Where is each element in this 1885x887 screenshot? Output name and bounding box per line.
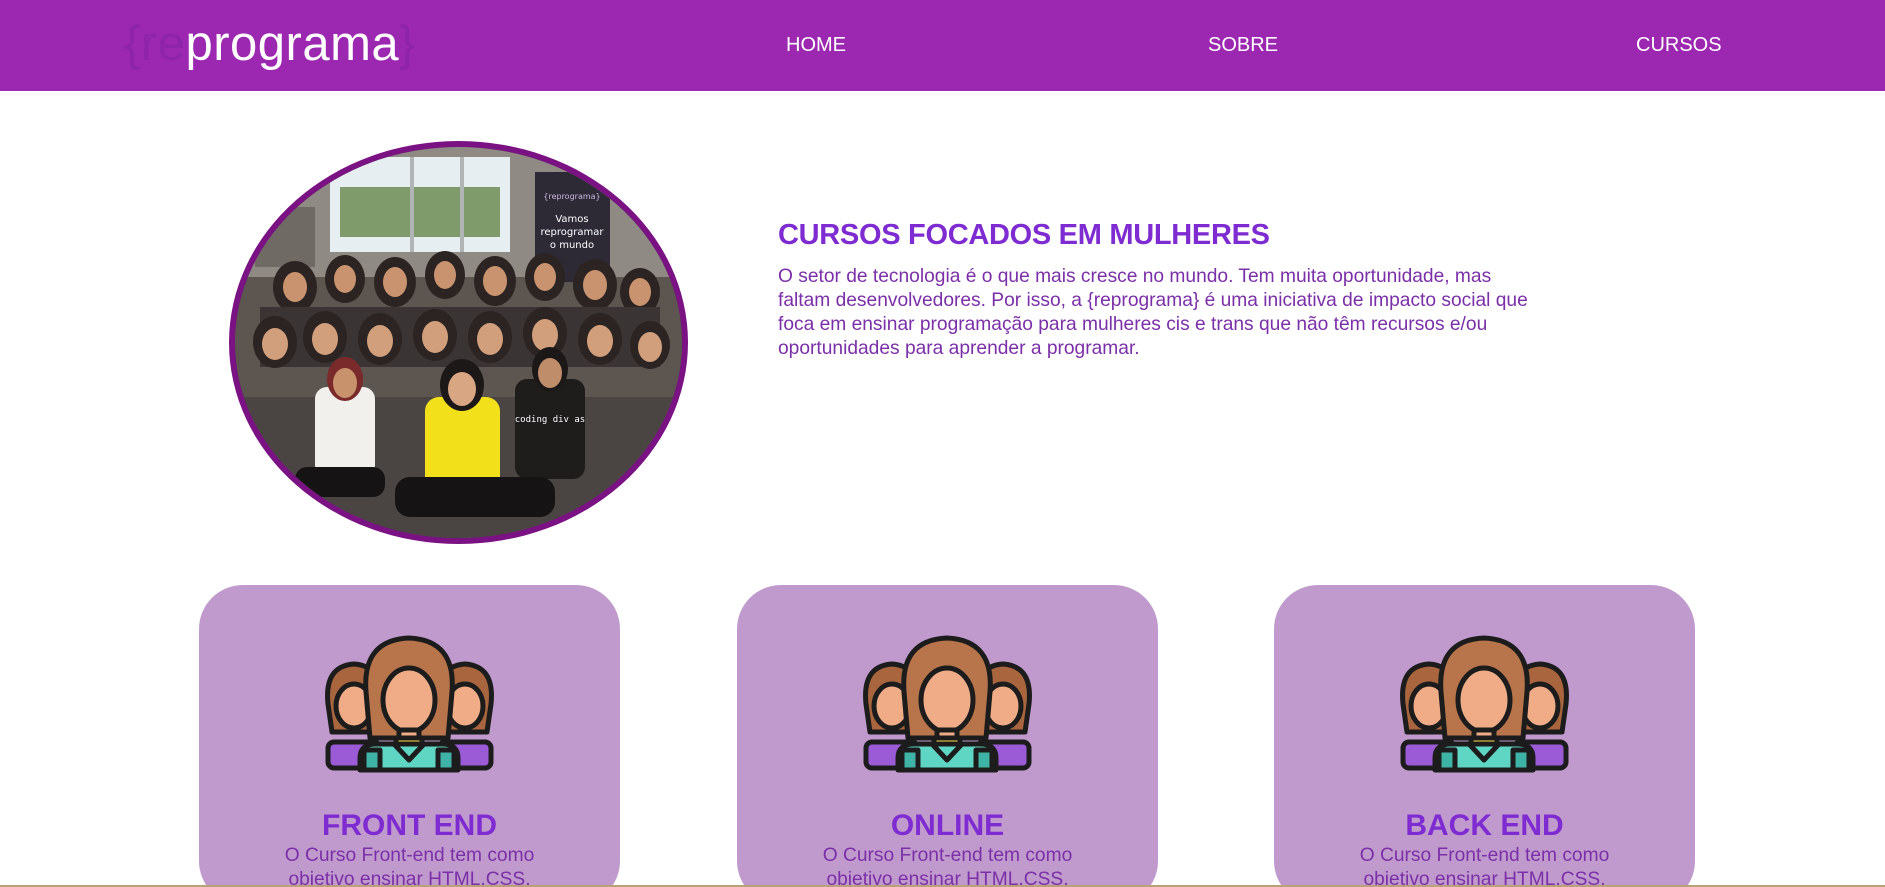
women-group-icon	[316, 634, 503, 774]
nav-link-home[interactable]: HOME	[786, 33, 846, 57]
course-card-back-end[interactable]: BACK END O Curso Front-end tem como obje…	[1274, 585, 1695, 887]
course-card-front-end[interactable]: FRONT END O Curso Front-end tem como obj…	[199, 585, 620, 887]
logo-word: programa	[185, 17, 400, 71]
group-photo-illustration: {reprograma} Vamos reprogramar o mundo c…	[235, 147, 682, 538]
women-group-icon-svg	[1400, 635, 1569, 773]
women-group-icon	[1391, 634, 1578, 774]
site-header: {reprograma} HOME SOBRE CURSOS	[0, 0, 1885, 91]
shirt-text: coding div as	[515, 415, 585, 425]
women-group-icon-svg	[325, 635, 494, 773]
course-card-text: O Curso Front-end tem como objetivo ensi…	[822, 845, 1073, 887]
course-card-title: BACK END	[1405, 809, 1564, 842]
hero-title: CURSOS FOCADOS EM MULHERES	[778, 219, 1270, 251]
women-group-icon-svg	[863, 635, 1032, 773]
course-card-text: O Curso Front-end tem como objetivo ensi…	[1359, 845, 1610, 887]
banner-logo-text: {reprograma}	[543, 192, 600, 201]
group-photo: {reprograma} Vamos reprogramar o mundo c…	[229, 141, 688, 544]
course-card-title: ONLINE	[890, 809, 1005, 842]
banner-line-1: Vamos	[555, 214, 588, 225]
logo-brace-close: }	[399, 17, 417, 71]
banner-line-3: o mundo	[550, 240, 594, 251]
logo-brace-open: {	[124, 17, 141, 71]
course-card-title: FRONT END	[322, 809, 497, 842]
reprograma-logo[interactable]: {reprograma}	[124, 14, 416, 74]
nav-link-sobre[interactable]: SOBRE	[1208, 33, 1278, 57]
course-card-online[interactable]: ONLINE O Curso Front-end tem como objeti…	[737, 585, 1158, 887]
women-group-icon	[854, 634, 1041, 774]
hero-description: O setor de tecnologia é o que mais cresc…	[778, 266, 1528, 359]
course-card-text: O Curso Front-end tem como objetivo ensi…	[284, 845, 535, 887]
banner-line-2: reprogramar	[541, 227, 605, 238]
logo-prefix: re	[140, 17, 186, 71]
nav-link-cursos[interactable]: CURSOS	[1636, 33, 1722, 57]
